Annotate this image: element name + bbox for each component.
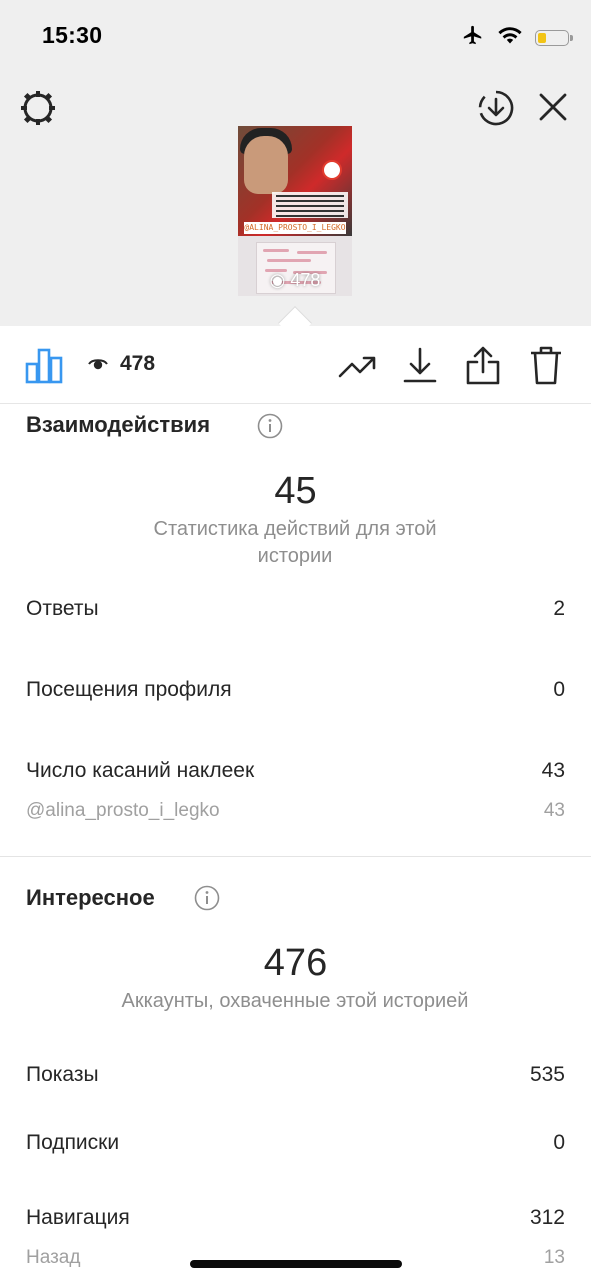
alarm-clock-sticker-icon bbox=[322, 160, 342, 180]
interactions-total: 45 bbox=[274, 470, 317, 512]
follows-value: 0 bbox=[553, 1131, 565, 1154]
trash-icon[interactable] bbox=[528, 344, 564, 391]
story-toolbar: 478 bbox=[0, 326, 591, 404]
replies-value: 2 bbox=[553, 597, 565, 620]
follows-label: Подписки bbox=[26, 1131, 120, 1154]
back-label: Назад bbox=[26, 1247, 81, 1268]
thumbnail-views: ◉ 478 bbox=[238, 270, 352, 291]
eye-icon: ◉ bbox=[269, 270, 286, 290]
wifi-icon bbox=[497, 25, 523, 50]
battery-icon bbox=[535, 29, 573, 46]
views-count: 478 bbox=[120, 352, 156, 375]
profile-visits-value: 0 bbox=[553, 678, 565, 701]
status-icons bbox=[461, 24, 573, 51]
thumbnail-views-count: 478 bbox=[290, 270, 321, 290]
battery-fill bbox=[538, 32, 546, 43]
sticker-taps-label: Число касаний наклеек bbox=[26, 759, 255, 782]
discovery-caption: Аккаунты, охваченные этой историей bbox=[121, 990, 469, 1012]
impressions-value: 535 bbox=[529, 1063, 565, 1086]
discovery-title: Интересное bbox=[26, 885, 155, 910]
sticker-mention-value: 43 bbox=[543, 800, 565, 821]
airplane-icon bbox=[461, 24, 485, 51]
story-text-note bbox=[272, 192, 348, 218]
info-icon[interactable] bbox=[194, 885, 220, 916]
back-value: 13 bbox=[543, 1247, 565, 1268]
story-photo: @ALINA_PROSTO_I_LEGKO bbox=[238, 126, 352, 236]
navigation-label: Навигация bbox=[26, 1206, 130, 1229]
section-divider bbox=[0, 856, 591, 857]
sticker-mention-label[interactable]: @alina_prosto_i_legko bbox=[26, 800, 220, 822]
story-photo-face bbox=[244, 136, 288, 194]
download-icon[interactable] bbox=[402, 346, 438, 389]
impressions-label: Показы bbox=[26, 1063, 99, 1086]
replies-label: Ответы bbox=[26, 597, 99, 620]
trending-icon[interactable] bbox=[338, 350, 378, 387]
navigation-value: 312 bbox=[529, 1206, 565, 1229]
interactions-caption: Статистика действий для этой истории bbox=[153, 518, 437, 567]
story-preview-area: 15:30 @ALINA_PROSTO_I_LEGKO ◉ 478 bbox=[0, 0, 591, 326]
settings-icon[interactable] bbox=[18, 88, 58, 133]
mention-sticker: @ALINA_PROSTO_I_LEGKO bbox=[244, 222, 346, 234]
eye-icon bbox=[88, 356, 108, 377]
discovery-total: 476 bbox=[263, 942, 328, 984]
status-time: 15:30 bbox=[42, 22, 103, 48]
profile-visits-label: Посещения профиля bbox=[26, 678, 232, 701]
info-icon[interactable] bbox=[257, 413, 283, 444]
close-icon[interactable] bbox=[536, 90, 570, 129]
save-circle-icon[interactable] bbox=[476, 88, 516, 133]
story-thumbnail[interactable]: @ALINA_PROSTO_I_LEGKO ◉ 478 bbox=[238, 126, 352, 296]
home-indicator[interactable] bbox=[190, 1260, 402, 1268]
interactions-title: Взаимодействия bbox=[26, 412, 211, 437]
sticker-taps-value: 43 bbox=[541, 759, 565, 782]
bar-chart-icon[interactable] bbox=[25, 346, 63, 389]
share-icon[interactable] bbox=[464, 344, 502, 391]
